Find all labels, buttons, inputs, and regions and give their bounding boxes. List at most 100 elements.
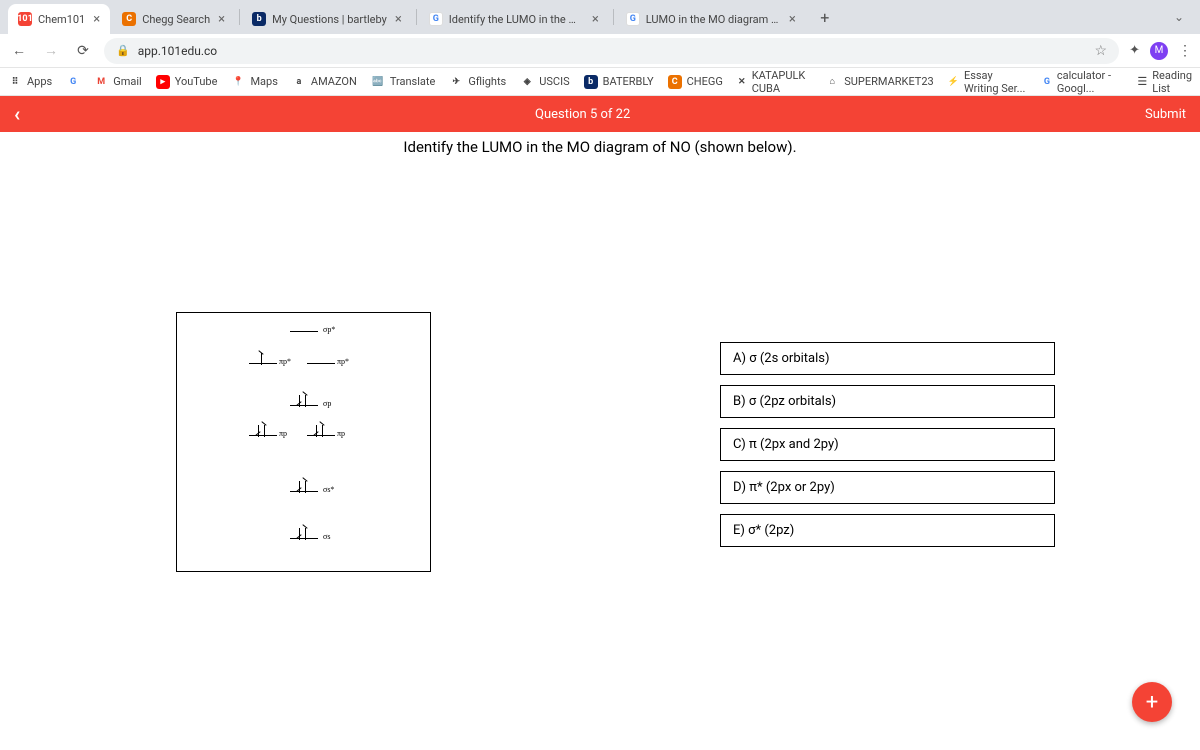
level-sigma-p-star xyxy=(290,331,318,332)
level-pi-p-right xyxy=(307,435,335,436)
bookmark-chegg[interactable]: C CHEGG xyxy=(668,75,723,89)
tab-chegg[interactable]: C Chegg Search × xyxy=(112,4,235,34)
bookmark-label: KATAPULK CUBA xyxy=(752,69,812,95)
reading-list-button[interactable]: ☰ Reading List xyxy=(1137,69,1192,95)
option-b[interactable]: B) σ (2pz orbitals) xyxy=(720,385,1055,418)
menu-icon[interactable]: ⋮ xyxy=(1178,43,1192,59)
level-pi-p-star-left xyxy=(249,363,277,364)
tab-bartleby[interactable]: b My Questions | bartleby × xyxy=(242,4,412,34)
tab-divider xyxy=(416,9,417,25)
address-bar[interactable]: 🔒 app.101edu.co ☆ xyxy=(104,38,1119,64)
question-bar: ‹ Question 5 of 22 Submit xyxy=(0,96,1200,132)
forward-button[interactable]: → xyxy=(40,42,62,59)
uscis-icon: ◈ xyxy=(520,75,534,89)
tab-close-icon[interactable]: × xyxy=(218,12,225,27)
label-pi-p-star-r: πp* xyxy=(337,357,349,366)
bookmark-calc[interactable]: Gcalculator - Googl... xyxy=(1042,69,1123,95)
bookmark-label: USCIS xyxy=(539,75,569,88)
label-sigma-s-star: σs* xyxy=(323,485,334,494)
tab-close-icon[interactable]: × xyxy=(592,12,599,27)
level-sigma-s xyxy=(290,538,318,539)
url-text: app.101edu.co xyxy=(138,44,217,58)
tab-overflow-icon[interactable]: ⌄ xyxy=(1166,10,1192,24)
tab-label: Chegg Search xyxy=(142,13,210,26)
back-button[interactable]: ← xyxy=(8,42,30,59)
label-pi-p-l: πp xyxy=(279,429,287,438)
tab-divider xyxy=(239,9,240,25)
bookmark-uscis[interactable]: ◈ USCIS xyxy=(520,75,569,89)
option-a[interactable]: A) σ (2s orbitals) xyxy=(720,342,1055,375)
lock-icon: 🔒 xyxy=(116,44,130,57)
chegg-icon: C xyxy=(668,75,682,89)
youtube-icon: ▸ xyxy=(156,75,170,89)
tab-chem101[interactable]: 101 Chem101 × xyxy=(8,4,110,34)
bookmark-maps[interactable]: 📍 Maps xyxy=(231,75,277,89)
bookmark-label: SUPERMARKET23 xyxy=(844,75,933,88)
question-content: Identify the LUMO in the MO diagram of N… xyxy=(0,132,1200,156)
star-icon[interactable]: ☆ xyxy=(1095,43,1108,59)
tab-close-icon[interactable]: × xyxy=(789,12,796,27)
bookmark-label: Maps xyxy=(250,75,277,88)
extensions-icon[interactable]: ✦ xyxy=(1129,43,1140,58)
bookmark-g[interactable]: G xyxy=(66,75,80,89)
mo-diagram: σp* πp* πp* σp πp πp σs* σs xyxy=(176,312,431,572)
new-tab-button[interactable]: + xyxy=(812,4,838,30)
browser-toolbar: ← → ⟳ 🔒 app.101edu.co ☆ ✦ M ⋮ xyxy=(0,34,1200,68)
apps-icon: ⠿ xyxy=(8,75,22,89)
bookmark-label: Translate xyxy=(390,75,436,88)
bookmark-amazon[interactable]: a AMAZON xyxy=(292,75,357,89)
g-icon: G xyxy=(66,75,80,89)
translate-icon: 🔤 xyxy=(371,75,385,89)
bartleby-icon: b xyxy=(584,75,598,89)
favicon-chegg: C xyxy=(122,12,136,26)
bookmark-label: Gmail xyxy=(113,75,141,88)
tab-google2[interactable]: G LUMO in the MO diagram of N × xyxy=(616,4,806,34)
reload-button[interactable]: ⟳ xyxy=(72,43,94,59)
supermarket-icon: ⌂ xyxy=(825,75,839,89)
fab-add-button[interactable]: + xyxy=(1132,682,1172,722)
tab-close-icon[interactable]: × xyxy=(395,12,402,27)
bookmark-gmail[interactable]: M Gmail xyxy=(94,75,141,89)
option-d[interactable]: D) π* (2px or 2py) xyxy=(720,471,1055,504)
bookmark-apps[interactable]: ⠿ Apps xyxy=(8,75,52,89)
bookmark-label: Gflights xyxy=(468,75,506,88)
tab-label: My Questions | bartleby xyxy=(272,13,387,26)
flights-icon: ✈ xyxy=(449,75,463,89)
katapulk-icon: ✕ xyxy=(737,75,747,89)
profile-avatar[interactable]: M xyxy=(1150,42,1168,60)
submit-button[interactable]: Submit xyxy=(1145,107,1186,122)
bookmark-label: Apps xyxy=(27,75,52,88)
reading-list-label: Reading List xyxy=(1152,69,1192,95)
gmail-icon: M xyxy=(94,75,108,89)
bookmark-essay[interactable]: ⚡ Essay Writing Ser... xyxy=(948,69,1028,95)
bookmark-translate[interactable]: 🔤 Translate xyxy=(371,75,436,89)
question-prompt: Identify the LUMO in the MO diagram of N… xyxy=(0,132,1200,156)
tab-strip: 101 Chem101 × C Chegg Search × b My Ques… xyxy=(0,0,1200,34)
bookmark-label: AMAZON xyxy=(311,75,357,88)
bookmark-label: YouTube xyxy=(175,75,218,88)
bookmark-youtube[interactable]: ▸ YouTube xyxy=(156,75,218,89)
option-e[interactable]: E) σ* (2pz) xyxy=(720,514,1055,547)
level-sigma-p xyxy=(290,405,318,406)
tab-divider xyxy=(613,9,614,25)
option-c[interactable]: C) π (2px and 2py) xyxy=(720,428,1055,461)
question-counter: Question 5 of 22 xyxy=(20,107,1145,122)
bolt-icon: ⚡ xyxy=(948,75,959,89)
bookmark-label: CHEGG xyxy=(687,75,723,88)
level-pi-p-star-right xyxy=(307,363,335,364)
tab-label: Chem101 xyxy=(38,13,85,26)
maps-icon: 📍 xyxy=(231,75,245,89)
bookmark-label: Essay Writing Ser... xyxy=(964,69,1028,95)
reading-list-icon: ☰ xyxy=(1137,75,1147,88)
bookmark-supermarket[interactable]: ⌂ SUPERMARKET23 xyxy=(825,75,933,89)
tab-close-icon[interactable]: × xyxy=(93,12,100,27)
tab-label: LUMO in the MO diagram of N xyxy=(646,13,781,26)
bookmark-katapulk[interactable]: ✕ KATAPULK CUBA xyxy=(737,69,811,95)
level-sigma-s-star xyxy=(290,491,318,492)
bookmark-gflights[interactable]: ✈ Gflights xyxy=(449,75,506,89)
favicon-101: 101 xyxy=(18,12,32,26)
bookmark-baterbly[interactable]: bBATERBLY xyxy=(584,75,654,89)
amazon-icon: a xyxy=(292,75,306,89)
tab-google1[interactable]: G Identify the LUMO in the MO d × xyxy=(419,4,609,34)
bookmark-label: calculator - Googl... xyxy=(1057,69,1124,95)
